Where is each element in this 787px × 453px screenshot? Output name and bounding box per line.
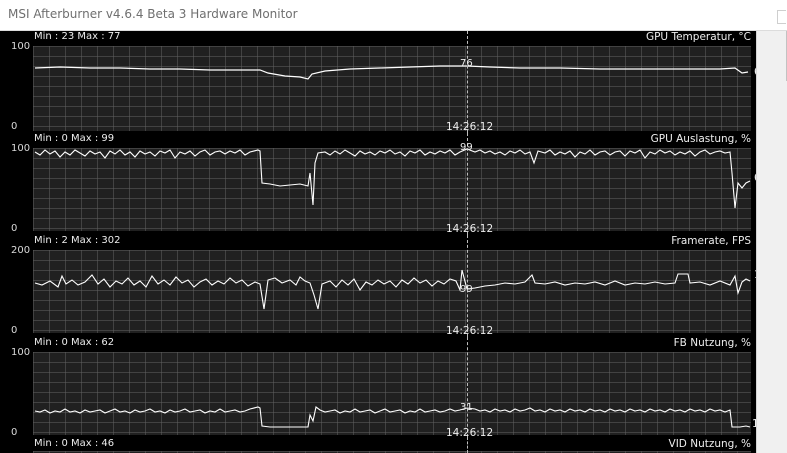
- panel-title: VID Nutzung, %: [668, 438, 751, 450]
- vertical-scrollbar[interactable]: [756, 31, 787, 453]
- trace-line: [34, 269, 751, 310]
- monitor-panel-gpu-temperature[interactable]: Min : 23 Max : 77 GPU Temperatur, °C 100…: [0, 31, 756, 133]
- cursor-time: 14:26:12: [446, 121, 494, 133]
- cursor-time: 14:26:12: [446, 325, 494, 337]
- trace-line: [34, 65, 749, 80]
- trace-gpu-temperature: [34, 65, 749, 80]
- window-title: MSI Afterburner v4.6.4 Beta 3 Hardware M…: [8, 7, 298, 21]
- time-cursor-line: [467, 31, 468, 133]
- trace-framerate: [34, 269, 751, 310]
- current-value: 11: [752, 418, 756, 430]
- monitor-panel-framerate[interactable]: Min : 2 Max : 302 Framerate, FPS 200 0 9…: [0, 235, 756, 337]
- monitor-panel-fb-usage[interactable]: Min : 0 Max : 62 FB Nutzung, % 100 0 31 …: [0, 337, 756, 437]
- trace-fb-usage: [34, 406, 751, 428]
- cursor-time: 14:26:12: [446, 427, 494, 437]
- current-value: 62: [754, 172, 756, 184]
- current-value: 65: [754, 66, 756, 78]
- trace-line: [34, 406, 751, 428]
- cursor-time: 14:26:12: [446, 223, 494, 235]
- trace-gpu-utilization: [34, 148, 751, 209]
- cursor-value: 31: [460, 402, 473, 413]
- cursor-value: 99: [460, 142, 473, 153]
- min-max-label: Min : 0 Max : 46: [34, 438, 115, 449]
- cursor-value: 76: [460, 58, 473, 69]
- cursor-value: 99: [460, 284, 473, 295]
- title-bar: MSI Afterburner v4.6.4 Beta 3 Hardware M…: [0, 0, 787, 31]
- trace-line: [34, 148, 751, 209]
- monitor-panel-vid-usage[interactable]: Min : 0 Max : 46 VID Nutzung, %: [0, 437, 756, 453]
- monitor-panel-gpu-utilization[interactable]: Min : 0 Max : 99 GPU Auslastung, % 100 0…: [0, 133, 756, 235]
- current-value: 132: [754, 269, 756, 281]
- maximize-button[interactable]: [777, 10, 786, 24]
- time-cursor-line: [467, 337, 468, 437]
- time-cursor-line: [467, 437, 468, 453]
